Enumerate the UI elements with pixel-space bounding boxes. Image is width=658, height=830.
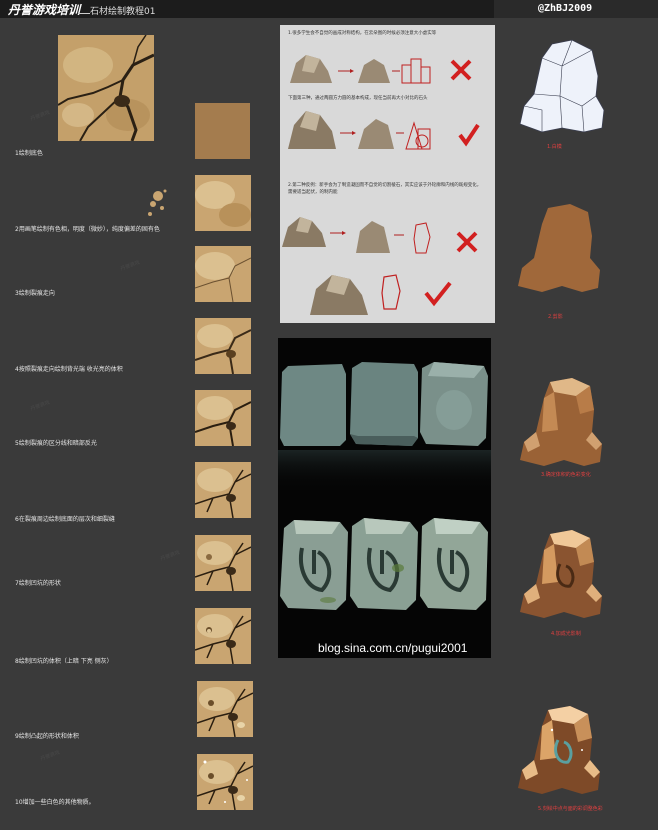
step-caption: 1绘制底色 — [15, 150, 43, 157]
step-caption: 9绘制凸起的形状和体积 — [15, 733, 79, 740]
texture-step-6 — [195, 462, 251, 518]
rock-shape-guide-panel: 1.很多学生会不自觉的画成对称结构，在云朵图的时候必须注意大小虚实等 下面第三种… — [280, 25, 495, 323]
rock-step-caption: 3.确定体积的色彩变化 — [541, 472, 591, 478]
watermark: 丹誉游戏 — [29, 399, 51, 413]
step-caption: 4按照裂痕走向绘制背光端 收光亮的体积 — [15, 366, 123, 373]
guide-note: 下面第三种，通过两圆方力圆的基本构成，现任当前再大小对比的石头 — [288, 96, 428, 101]
step-caption: 5绘制裂痕的区分线和暗部反光 — [15, 440, 97, 447]
guide-illustrations-lower — [282, 217, 478, 315]
cracked-stone-texture — [58, 35, 154, 141]
texture-step-3 — [195, 246, 251, 302]
rock-final — [518, 706, 600, 794]
title-divider — [78, 13, 90, 14]
texture-step-1 — [195, 103, 250, 159]
page-subtitle: 石材绘制教程01 — [90, 7, 156, 17]
texture-step-9 — [197, 681, 253, 737]
texture-step-10 — [197, 754, 253, 810]
step-caption: 7绘制凹坑的形状 — [15, 580, 61, 587]
stone-tile-render-panel — [278, 338, 491, 658]
rock-step-caption: 5.刻绘中点与面的彩调整色彩 — [538, 806, 603, 812]
page-title: 丹誉游戏培训 — [8, 3, 81, 17]
step-caption: 6在裂痕周边绘制底面的层次和细裂缝 — [15, 516, 115, 523]
rock-white-model — [519, 39, 605, 133]
texture-step-7 — [195, 535, 251, 591]
watermark: 丹誉游戏 — [29, 109, 51, 123]
watermark: 丹誉游戏 — [39, 749, 61, 763]
step-caption: 10增加一些白色的其他物质。 — [15, 799, 95, 806]
rock-silhouette — [518, 204, 600, 292]
texture-step-8 — [195, 608, 251, 664]
watermark: 丹誉游戏 — [119, 259, 141, 273]
rock-step-caption: 1.白模 — [547, 144, 562, 150]
rock-volume — [520, 378, 602, 466]
step-caption: 8绘制凹坑的体积（上暗 下亮 侧灰） — [15, 658, 113, 665]
step-caption: 3绘制裂痕走向 — [15, 290, 55, 297]
rock-light-shadow — [520, 530, 602, 618]
rock-step-caption: 4.加成光影制 — [551, 631, 581, 637]
guide-note: 2.第二种反例：新手会为了制造凝固而不自觉的切割棱石，其实应该于外轮廓和内线的既… — [288, 183, 482, 188]
rock-step-caption: 2.剪影 — [548, 314, 563, 320]
texture-step-4 — [195, 318, 251, 374]
texture-step-2 — [195, 175, 251, 231]
watermark: 丹誉游戏 — [159, 549, 181, 563]
author-credit: @ZhBJ2009 — [538, 3, 593, 14]
blog-url: blog.sina.com.cn/pugui2001 — [318, 641, 468, 655]
paint-splatter — [148, 189, 167, 216]
stone-tile-renders — [278, 362, 491, 610]
step-caption: 2用画笔绘制有色相，明度（微妙），纯度偏差的固有色 — [15, 226, 160, 233]
texture-step-5 — [195, 390, 251, 446]
